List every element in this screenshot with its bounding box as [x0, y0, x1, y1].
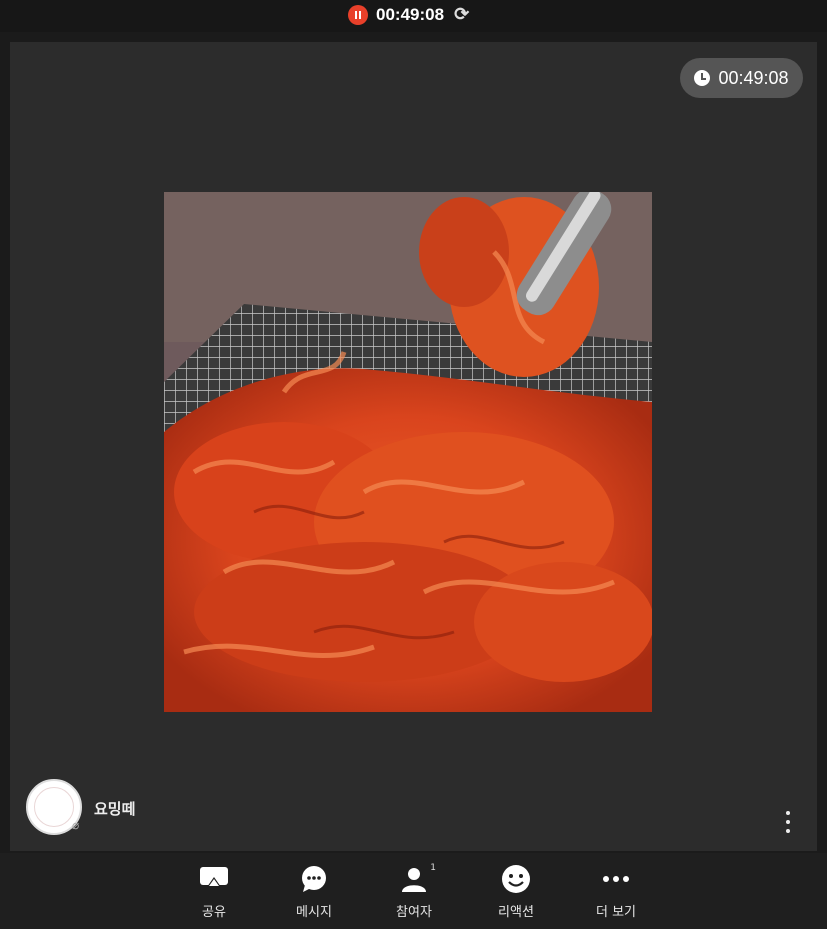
- meeting-timer: 00:49:08: [680, 58, 803, 98]
- clock-icon: [694, 70, 711, 86]
- recording-elapsed: 00:49:08: [376, 4, 445, 24]
- bottom-toolbar: 공유 메시지 1 참여자 리액션 더 보기: [0, 853, 827, 929]
- avatar-logo: [34, 787, 74, 827]
- refresh-icon[interactable]: ⟳: [454, 4, 469, 25]
- pause-recording-icon[interactable]: [348, 4, 368, 25]
- more-label: 더 보기: [595, 905, 636, 920]
- participants-icon: 1: [400, 861, 436, 897]
- participant-menu-icon[interactable]: [783, 811, 793, 833]
- mic-muted-icon: ⌀: [72, 818, 80, 832]
- chat-icon: [299, 861, 329, 897]
- recording-status: 00:49:08 ⟳: [348, 4, 469, 25]
- timer-text: 00:49:08: [718, 67, 789, 88]
- smiley-icon: [501, 861, 531, 897]
- participants-label: 참여자: [396, 905, 432, 920]
- more-icon: [601, 861, 631, 897]
- reaction-button[interactable]: 리액션: [476, 861, 556, 920]
- share-screen-icon: [199, 861, 229, 897]
- more-button[interactable]: 더 보기: [576, 861, 656, 920]
- share-button[interactable]: 공유: [174, 861, 254, 920]
- participant-name: 요밍떼: [94, 800, 136, 818]
- shared-food-photo: [164, 192, 652, 712]
- recording-bar: 00:49:08 ⟳: [0, 0, 827, 32]
- share-label: 공유: [202, 905, 226, 920]
- video-stage: 00:49:08 ⌀ 요밍떼: [10, 42, 817, 851]
- participant-count-badge: 1: [430, 863, 436, 873]
- reaction-label: 리액션: [498, 905, 534, 920]
- participants-button[interactable]: 1 참여자: [374, 861, 454, 920]
- message-label: 메시지: [296, 905, 332, 920]
- message-button[interactable]: 메시지: [274, 861, 354, 920]
